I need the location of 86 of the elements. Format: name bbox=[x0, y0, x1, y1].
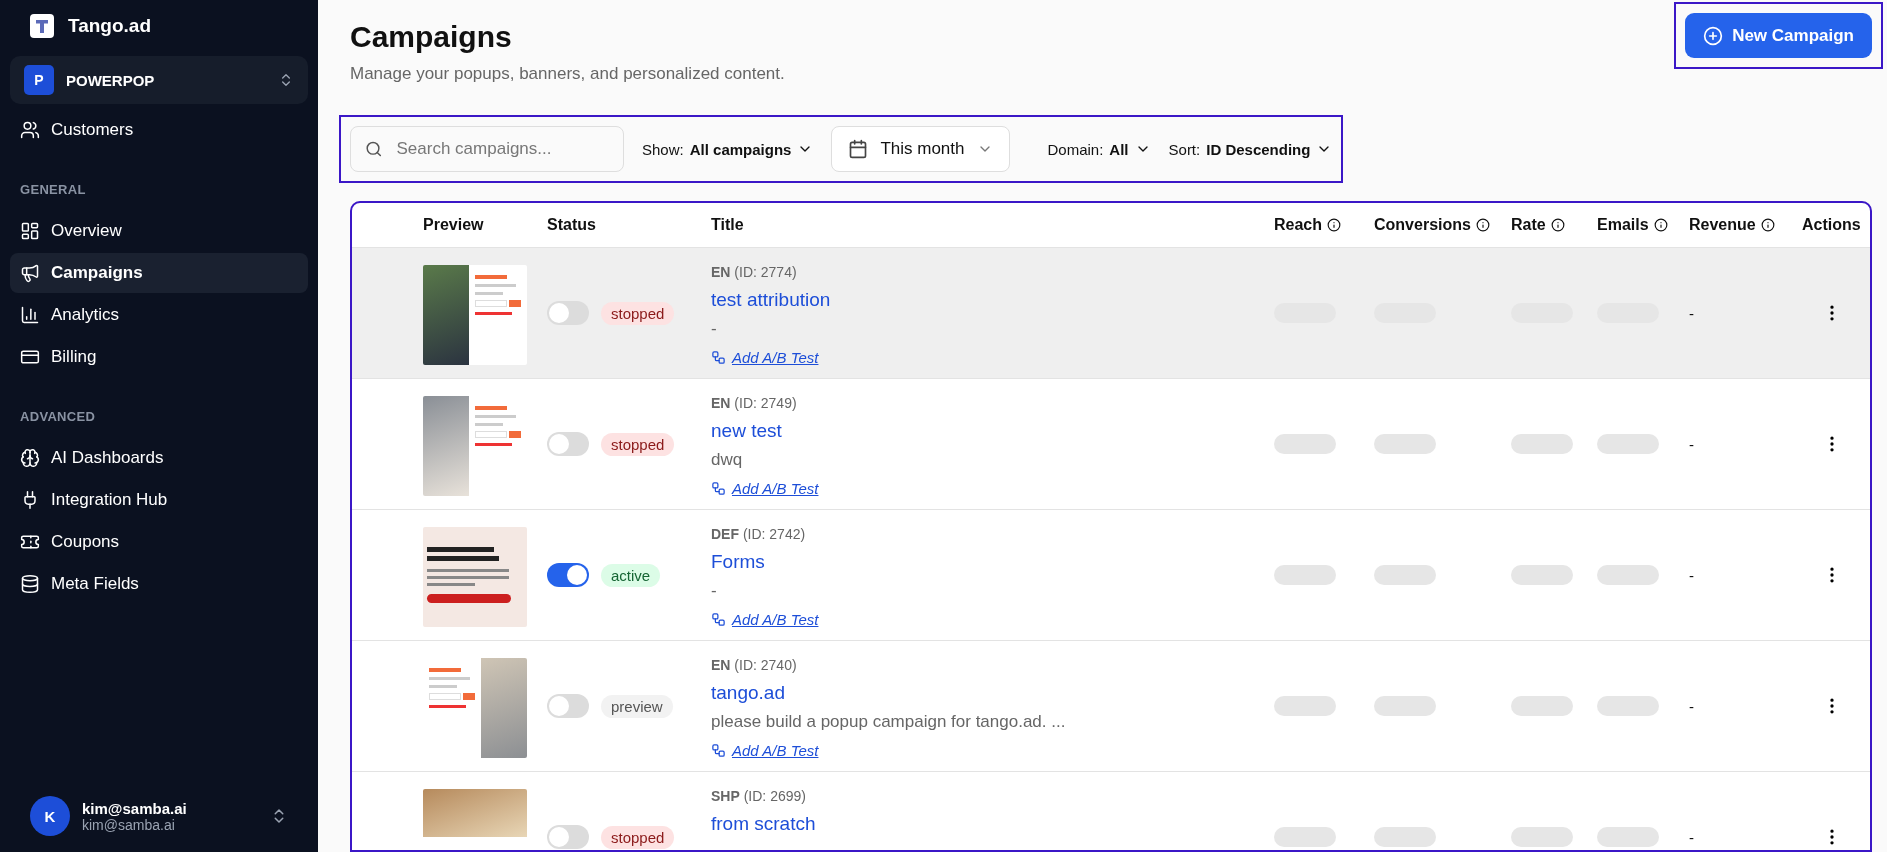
workspace-name: POWERPOP bbox=[66, 71, 156, 89]
campaign-meta: EN (ID: 2740) bbox=[711, 657, 798, 673]
campaign-title-link[interactable]: tango.ad bbox=[711, 682, 1274, 704]
status-badge: stopped bbox=[601, 432, 675, 456]
sort-dropdown[interactable]: Sort: ID Descending bbox=[1168, 140, 1333, 158]
status-toggle[interactable] bbox=[547, 301, 589, 325]
nav-item[interactable]: AI Dashboards bbox=[10, 438, 308, 478]
domain-dropdown[interactable]: Domain: All bbox=[1047, 140, 1151, 158]
column-header: Rate bbox=[1511, 215, 1546, 234]
nav-icon bbox=[20, 221, 40, 241]
status-badge: stopped bbox=[601, 825, 675, 849]
campaign-description: - bbox=[711, 319, 718, 339]
column-header: Emails bbox=[1597, 215, 1649, 234]
user-email: kim@samba.ai bbox=[82, 816, 176, 833]
status-badge: active bbox=[601, 563, 661, 587]
show-dropdown[interactable]: Show: All campaigns bbox=[642, 140, 814, 158]
column-header: Reach bbox=[1274, 215, 1323, 234]
column-header: Actions bbox=[1802, 215, 1861, 234]
user-avatar: K bbox=[30, 796, 70, 836]
ab-test-link[interactable]: Add A/B Test bbox=[711, 480, 819, 497]
split-icon bbox=[711, 481, 726, 496]
nav-item[interactable]: Analytics bbox=[10, 295, 308, 335]
workspace-switcher[interactable]: P POWERPOP bbox=[10, 56, 308, 104]
logo-icon bbox=[30, 14, 54, 38]
section-heading: ADVANCED bbox=[19, 408, 97, 426]
workspace-avatar: P bbox=[24, 65, 54, 95]
campaign-title-link[interactable]: new test bbox=[711, 420, 1274, 442]
ab-test-link[interactable]: Add A/B Test bbox=[711, 349, 819, 366]
nav-icon bbox=[20, 305, 40, 325]
campaign-description: dwq bbox=[711, 450, 744, 470]
calendar-icon bbox=[848, 139, 869, 159]
table-row[interactable]: stopped EN (ID: 2774) test attribution - Add A/B Test - bbox=[351, 248, 1871, 379]
nav-item[interactable]: Billing bbox=[10, 337, 308, 377]
brand-name: Tango.ad bbox=[68, 15, 152, 37]
column-header: Preview bbox=[423, 215, 484, 234]
column-header: Revenue bbox=[1689, 215, 1756, 234]
status-toggle[interactable] bbox=[547, 825, 589, 849]
nav-item[interactable]: Overview bbox=[10, 211, 308, 251]
nav-icon bbox=[20, 448, 40, 468]
date-range-button[interactable]: This month bbox=[831, 126, 1010, 172]
campaign-meta: SHP (ID: 2699) bbox=[711, 788, 807, 804]
nav-icon bbox=[20, 120, 40, 140]
split-icon bbox=[711, 612, 726, 627]
ab-test-link[interactable]: Add A/B Test bbox=[711, 611, 819, 628]
nav-item[interactable]: Meta Fields bbox=[10, 564, 308, 604]
nav-icon bbox=[20, 532, 40, 552]
status-toggle[interactable] bbox=[547, 563, 589, 587]
status-badge: stopped bbox=[601, 301, 675, 325]
revenue-value: - bbox=[1689, 828, 1694, 846]
new-campaign-button[interactable]: New Campaign bbox=[1685, 13, 1872, 58]
campaign-description: please build a popup campaign for tango.ad. ... bbox=[711, 712, 1067, 732]
campaign-meta: EN (ID: 2774) bbox=[711, 264, 798, 280]
status-toggle[interactable] bbox=[547, 694, 589, 718]
revenue-value: - bbox=[1689, 435, 1694, 453]
campaign-title-link[interactable]: from scratch bbox=[711, 813, 1274, 835]
page-subtitle: Manage your popups, banners, and personalized content. bbox=[350, 64, 785, 84]
column-header: Conversions bbox=[1374, 215, 1471, 234]
nav-item[interactable]: Integration Hub bbox=[10, 480, 308, 520]
campaign-meta: DEF (ID: 2742) bbox=[711, 526, 807, 542]
revenue-value: - bbox=[1689, 697, 1694, 715]
column-header: Title bbox=[711, 215, 744, 234]
column-header: Status bbox=[547, 215, 596, 234]
plus-circle-icon bbox=[1703, 25, 1724, 46]
nav-item[interactable]: Campaigns bbox=[10, 253, 308, 293]
split-icon bbox=[711, 743, 726, 758]
campaign-title-link[interactable]: Forms bbox=[711, 551, 1274, 573]
nav-item[interactable]: Coupons bbox=[10, 522, 308, 562]
nav-icon bbox=[20, 574, 40, 594]
nav-item[interactable]: Customers bbox=[10, 110, 308, 150]
section-heading: GENERAL bbox=[19, 181, 87, 199]
nav-icon bbox=[20, 263, 40, 283]
campaign-description: - bbox=[711, 581, 718, 601]
ab-test-link[interactable]: Add A/B Test bbox=[711, 742, 819, 759]
search-input[interactable]: Search campaigns... bbox=[394, 138, 609, 160]
nav-icon bbox=[20, 347, 40, 367]
page-title: Campaigns bbox=[350, 20, 513, 54]
revenue-value: - bbox=[1689, 566, 1694, 584]
revenue-value: - bbox=[1689, 304, 1694, 322]
user-name: kim@samba.ai bbox=[82, 799, 188, 817]
status-toggle[interactable] bbox=[547, 432, 589, 456]
search-icon bbox=[365, 139, 383, 159]
campaign-title-link[interactable]: test attribution bbox=[711, 289, 1274, 311]
campaign-meta: EN (ID: 2749) bbox=[711, 395, 798, 411]
split-icon bbox=[711, 350, 726, 365]
status-badge: preview bbox=[601, 694, 673, 718]
search-field[interactable]: Search campaigns... bbox=[350, 126, 624, 172]
